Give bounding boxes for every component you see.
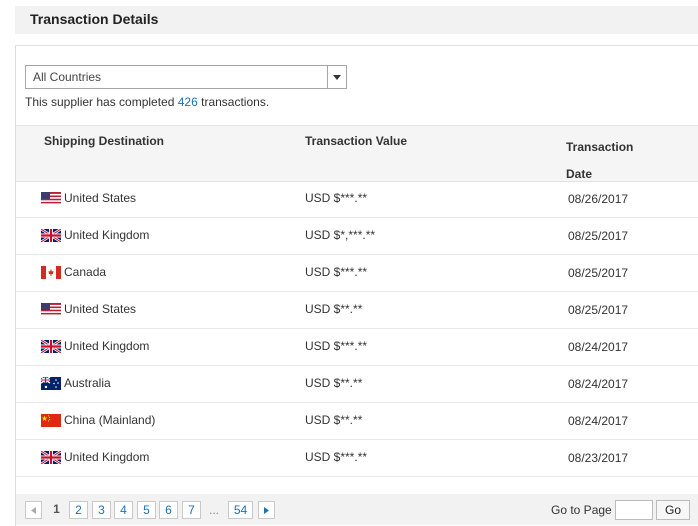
destination-cell: China (Mainland) [41, 413, 155, 427]
destination-cell: United Kingdom [41, 228, 149, 242]
transaction-value-cell: USD $*,***.** [305, 228, 376, 242]
page-link-3[interactable]: 3 [92, 501, 111, 519]
table-header: Shipping Destination Transaction Value T… [16, 125, 698, 182]
ca-flag-icon [41, 265, 61, 279]
table-row: United Kingdom USD $***.** 08/24/2017 [16, 328, 698, 366]
destination-country: Australia [64, 376, 111, 390]
chevron-left-icon [31, 507, 36, 514]
transaction-summary: This supplier has completed 426 transact… [25, 95, 269, 109]
caret-down-icon[interactable] [327, 66, 346, 88]
transaction-date-cell: 08/24/2017 [568, 414, 629, 428]
us-flag-icon [41, 191, 61, 205]
transaction-value-cell: USD $***.** [305, 339, 368, 353]
go-button[interactable]: Go [656, 500, 690, 520]
page-link-6[interactable]: 6 [159, 501, 178, 519]
destination-country: United Kingdom [64, 339, 150, 353]
destination-cell: United Kingdom [41, 450, 149, 464]
transaction-date-cell: 08/24/2017 [568, 377, 629, 391]
transaction-date-cell: 08/24/2017 [568, 340, 629, 354]
next-page-button[interactable] [258, 501, 275, 519]
transaction-value-cell: USD $**.** [305, 413, 363, 427]
table-row: Canada USD $***.** 08/25/2017 [16, 254, 698, 292]
section-title: Transaction Details [30, 11, 159, 27]
current-page[interactable]: 1 [47, 501, 66, 519]
transaction-date-cell: 08/25/2017 [568, 303, 629, 317]
table-row: United States USD $***.** 08/26/2017 [16, 180, 698, 218]
destination-country: United States [64, 302, 137, 316]
page-link-4[interactable]: 4 [114, 501, 133, 519]
country-filter-value: All Countries [33, 70, 102, 84]
page-link-7[interactable]: 7 [182, 501, 201, 519]
transaction-date-cell: 08/26/2017 [568, 192, 629, 206]
cn-flag-icon [41, 413, 61, 427]
prev-page-button[interactable] [25, 501, 42, 519]
table-row: United Kingdom USD $*,***.** 08/25/2017 [16, 217, 698, 255]
country-filter-select[interactable]: All Countries [25, 65, 347, 89]
destination-cell: Australia [41, 376, 111, 390]
header-transaction-value: Transaction Value [305, 134, 408, 148]
transaction-value-cell: USD $**.** [305, 376, 363, 390]
transaction-count: 426 [177, 95, 198, 109]
header-shipping-destination: Shipping Destination [44, 134, 164, 148]
transaction-date-cell: 08/23/2017 [568, 451, 629, 465]
summary-suffix: transactions. [197, 95, 270, 109]
table-row: United States USD $**.** 08/25/2017 [16, 291, 698, 329]
transaction-value-cell: USD $***.** [305, 191, 368, 205]
transaction-value-cell: USD $***.** [305, 265, 368, 279]
au-flag-icon [41, 376, 61, 390]
page-link-2[interactable]: 2 [69, 501, 88, 519]
goto-page-label: Go to Page [551, 503, 612, 517]
table-row: United Kingdom USD $***.** 08/23/2017 [16, 439, 698, 477]
destination-cell: United Kingdom [41, 339, 149, 353]
summary-prefix: This supplier has completed [25, 95, 178, 109]
destination-cell: United States [41, 191, 136, 205]
destination-country: United Kingdom [64, 228, 150, 242]
page-link-last[interactable]: 54 [228, 501, 253, 519]
transaction-value-cell: USD $**.** [305, 302, 363, 316]
goto-page-input[interactable] [615, 500, 653, 520]
destination-country: Canada [64, 265, 107, 279]
uk-flag-icon [41, 339, 61, 353]
destination-cell: United States [41, 302, 136, 316]
transaction-date-cell: 08/25/2017 [568, 229, 629, 243]
transaction-date-cell: 08/25/2017 [568, 266, 629, 280]
chevron-right-icon [264, 507, 269, 514]
page-link-5[interactable]: 5 [137, 501, 156, 519]
table-row: Australia USD $**.** 08/24/2017 [16, 365, 698, 403]
uk-flag-icon [41, 450, 61, 464]
transaction-value-cell: USD $***.** [305, 450, 368, 464]
destination-country: China (Mainland) [64, 413, 156, 427]
destination-country: United Kingdom [64, 450, 150, 464]
pagination-ellipsis: ... [209, 503, 220, 517]
uk-flag-icon [41, 228, 61, 242]
destination-country: United States [64, 191, 137, 205]
destination-cell: Canada [41, 265, 106, 279]
us-flag-icon [41, 302, 61, 316]
table-row: China (Mainland) USD $**.** 08/24/2017 [16, 402, 698, 440]
section-header: Transaction Details [15, 6, 698, 34]
